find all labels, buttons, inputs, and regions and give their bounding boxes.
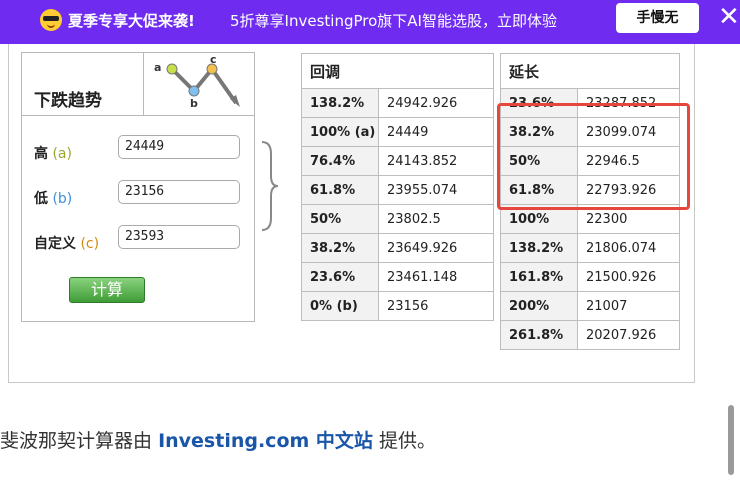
trend-diagram: a b c <box>143 53 256 115</box>
table-row: 23.6% 23461.148 <box>301 262 494 292</box>
table-row: 138.2% 21806.074 <box>500 233 680 263</box>
high-input[interactable]: 24449 <box>118 135 240 159</box>
downtrend-diagram-icon: a b c <box>154 53 240 110</box>
close-icon[interactable]: ✕ <box>718 2 740 32</box>
extension-table: 延长 23.6% 23287.852 38.2% 23099.074 50% 2294… <box>500 53 680 350</box>
table-row: 100% (a) 24449 <box>301 117 494 147</box>
retracement-table: 回调 138.2% 24942.926 100% (a) 24449 76.4% 24… <box>301 53 494 321</box>
table-row: 161.8% 21500.926 <box>500 262 680 292</box>
scrollbar[interactable] <box>728 405 734 475</box>
footer-suffix: 提供。 <box>378 430 436 452</box>
footer-prefix: 斐波那契计算器由 <box>0 430 153 452</box>
panel-divider <box>22 115 254 116</box>
table-row: 38.2% 23099.074 <box>500 117 680 147</box>
table-row: 76.4% 24143.852 <box>301 146 494 176</box>
brace-icon <box>261 141 279 231</box>
promo-subtitle: 5折尊享InvestingPro旗下AI智能选股，立即体验 <box>230 12 557 30</box>
table-row: 61.8% 23955.074 <box>301 175 494 205</box>
promo-banner[interactable]: 夏季专享大促来袭! 5折尊享InvestingPro旗下AI智能选股，立即体验 … <box>0 0 740 44</box>
input-panel: 下跌趋势 a b c 高 (a) 24449 低 (b) 23156 自定义 (… <box>21 52 255 322</box>
table-row: 50% 23802.5 <box>301 204 494 234</box>
custom-input[interactable]: 23593 <box>118 225 240 249</box>
diagram-label-c: c <box>210 53 217 66</box>
table-row: 61.8% 22793.926 <box>500 175 680 205</box>
custom-label: 自定义 (c) <box>34 236 100 252</box>
table-row: 0% (b) 23156 <box>301 291 494 321</box>
promo-cta-button[interactable]: 手慢无 <box>616 3 699 33</box>
table-row: 50% 22946.5 <box>500 146 680 176</box>
low-input[interactable]: 23156 <box>118 180 240 204</box>
table-row: 23.6% 23287.852 <box>500 88 680 118</box>
table-row: 138.2% 24942.926 <box>301 88 494 118</box>
promo-title: 夏季专享大促来袭! <box>68 12 195 30</box>
retracement-header: 回调 <box>301 53 494 89</box>
table-row: 200% 21007 <box>500 291 680 321</box>
table-row: 261.8% 20207.926 <box>500 320 680 350</box>
calculate-button[interactable]: 计算 <box>69 277 145 303</box>
table-row: 100% 22300 <box>500 204 680 234</box>
high-label: 高 (a) <box>34 146 72 162</box>
sunglasses-emoji-icon <box>40 9 62 31</box>
diagram-label-b: b <box>190 97 198 110</box>
extension-header: 延长 <box>500 53 680 89</box>
low-label: 低 (b) <box>34 191 73 207</box>
table-row: 38.2% 23649.926 <box>301 233 494 263</box>
investing-link[interactable]: Investing.com 中文站 <box>158 430 373 452</box>
trend-title: 下跌趋势 <box>34 91 102 111</box>
diagram-label-a: a <box>154 61 161 74</box>
footer-credit: 斐波那契计算器由 Investing.com 中文站 提供。 <box>0 426 436 453</box>
